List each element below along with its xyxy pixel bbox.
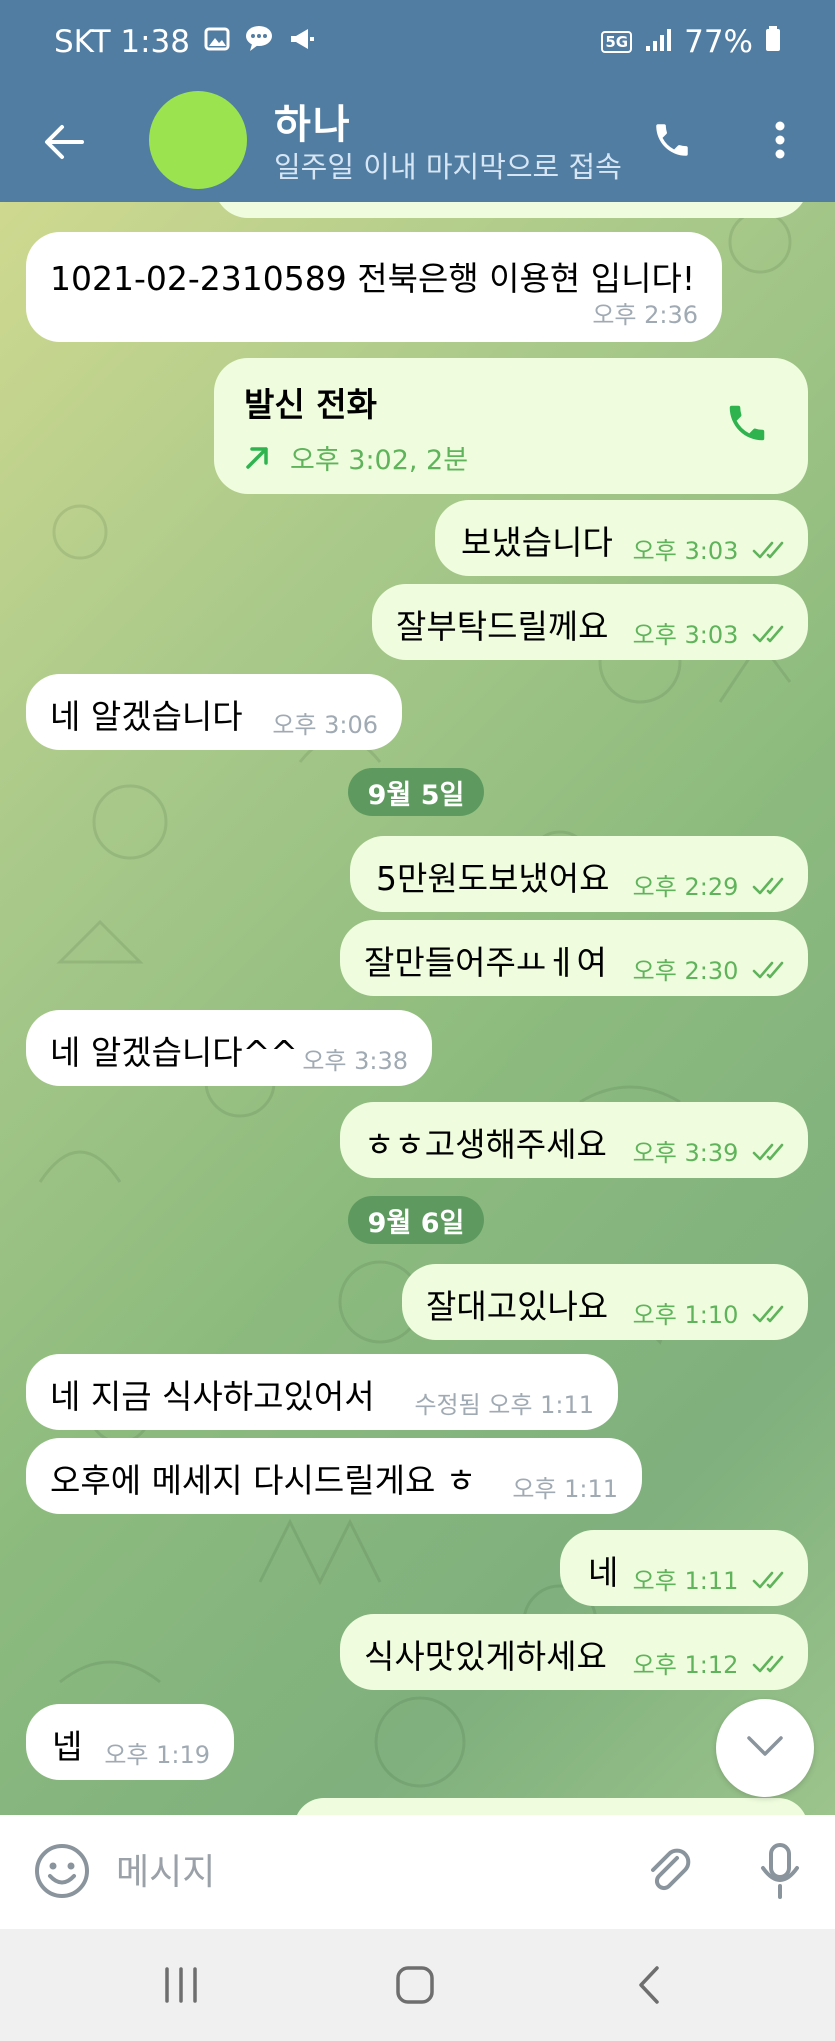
more-options-button[interactable] — [748, 110, 812, 174]
message-time: 수정됨 오후 1:11 — [414, 1391, 594, 1419]
message-incoming[interactable]: 네 알겠습니다^^ 오후 3:38 — [26, 1010, 432, 1086]
microphone-icon — [758, 1842, 802, 1904]
recent-apps-button[interactable] — [146, 1957, 216, 2017]
phone-icon — [651, 119, 693, 165]
message-time: 오후 1:19 — [104, 1741, 210, 1769]
contact-last-seen: 일주일 이내 마지막으로 접속 — [274, 150, 622, 184]
outgoing-call-bubble[interactable]: 발신 전화 오후 3:02, 2분 — [214, 358, 808, 494]
message-outgoing[interactable]: 식사맛있게하세요 오후 1:12 — [340, 1614, 808, 1690]
message-text: 보냈습니다 — [461, 523, 613, 562]
chevron-left-icon — [637, 1965, 661, 2009]
message-time: 오후 1:12 — [633, 1645, 792, 1680]
message-time: 오후 1:10 — [633, 1295, 792, 1330]
network-5g-icon: 5G — [601, 31, 633, 53]
double-check-icon — [752, 958, 792, 986]
battery-icon — [765, 24, 781, 60]
message-time: 오후 2:29 — [633, 867, 792, 902]
status-right: 5G 77% — [601, 24, 781, 60]
double-check-icon — [752, 1652, 792, 1680]
message-bubble-partial — [214, 202, 808, 218]
double-check-icon — [752, 538, 792, 566]
message-text: 잘부탁드릴께요 — [396, 607, 609, 646]
message-time: 오후 3:38 — [302, 1047, 408, 1075]
message-text: 식사맛있게하세요 — [364, 1637, 607, 1676]
message-outgoing[interactable]: 네 오후 1:11 — [560, 1530, 808, 1606]
message-outgoing[interactable]: 잘대고있나요 오후 1:10 — [402, 1264, 808, 1340]
message-text: 네 알겠습니다^^ — [50, 1033, 298, 1072]
system-navigation-bar — [0, 1929, 835, 2041]
battery-level: 77% — [684, 24, 753, 60]
message-text: 오후에 메세지 다시드릴게요 ㅎ — [50, 1461, 477, 1500]
call-title: 발신 전화 — [244, 385, 377, 424]
double-check-icon — [752, 1140, 792, 1168]
message-outgoing[interactable]: 잘만들어주ㅛㅔ여 오후 2:30 — [340, 920, 808, 996]
recent-apps-icon — [161, 1967, 201, 2007]
message-time: 오후 3:39 — [633, 1133, 792, 1168]
message-outgoing[interactable]: 5만원도보냈어요 오후 2:29 — [350, 836, 808, 912]
message-text: 네 — [588, 1553, 619, 1592]
message-time: 오후 1:11 — [512, 1475, 618, 1503]
date-divider: 9월 6일 — [348, 1196, 484, 1244]
voice-message-button[interactable] — [748, 1841, 812, 1905]
message-time: 오후 2:36 — [592, 301, 698, 329]
message-text: 네 지금 식사하고있어서 — [50, 1377, 375, 1416]
home-button[interactable] — [380, 1957, 450, 2017]
message-time: 오후 2:30 — [633, 951, 792, 986]
message-outgoing[interactable]: ㅎㅎ고생해주세요 오후 3:39 — [340, 1102, 808, 1178]
message-incoming[interactable]: 넵 오후 1:19 — [26, 1704, 234, 1780]
message-text: 잘만들어주ㅛㅔ여 — [364, 943, 607, 982]
message-text: 1021-02-2310589 전북은행 이용현 입니다! — [50, 259, 696, 298]
message-time: 오후 3:03 — [633, 531, 792, 566]
message-text: 넵 — [52, 1727, 83, 1766]
date-divider: 9월 5일 — [348, 768, 484, 816]
attach-button[interactable] — [638, 1841, 702, 1905]
carrier-time: SKT 1:38 — [54, 24, 191, 60]
contact-avatar[interactable] — [149, 91, 247, 189]
more-vertical-icon — [774, 120, 786, 164]
message-time: 오후 1:11 — [633, 1561, 792, 1596]
message-time: 오후 3:06 — [272, 711, 378, 739]
gallery-icon — [204, 24, 230, 60]
double-check-icon — [752, 622, 792, 650]
outgoing-arrow-icon — [244, 440, 270, 479]
message-bubble-partial — [294, 1798, 808, 1815]
chat-header: 하나 일주일 이내 마지막으로 접속 — [0, 88, 835, 202]
message-text: 네 알겠습니다 — [50, 697, 243, 736]
message-composer — [0, 1815, 835, 1929]
message-incoming[interactable]: 오후에 메세지 다시드릴게요 ㅎ 오후 1:11 — [26, 1438, 642, 1514]
double-check-icon — [752, 1302, 792, 1330]
home-icon — [395, 1965, 435, 2009]
arrow-left-icon — [44, 124, 84, 164]
message-text: 잘대고있나요 — [426, 1287, 609, 1326]
chevron-down-icon — [745, 1734, 785, 1762]
status-left: SKT 1:38 — [54, 24, 316, 60]
status-bar: SKT 1:38 5G 77% — [0, 0, 835, 88]
message-text: 5만원도보냈어요 — [376, 859, 610, 898]
message-input[interactable] — [114, 1839, 618, 1905]
message-text: ㅎㅎ고생해주세요 — [364, 1125, 607, 1164]
emoji-icon — [34, 1843, 90, 1903]
back-button[interactable] — [32, 112, 96, 176]
emoji-button[interactable] — [30, 1841, 94, 1905]
message-outgoing[interactable]: 잘부탁드릴께요 오후 3:03 — [372, 584, 808, 660]
message-incoming[interactable]: 1021-02-2310589 전북은행 이용현 입니다! 오후 2:36 — [26, 232, 722, 342]
message-incoming[interactable]: 네 알겠습니다 오후 3:06 — [26, 674, 402, 750]
message-time: 오후 3:03 — [633, 615, 792, 650]
system-back-button[interactable] — [614, 1957, 684, 2017]
double-check-icon — [752, 1568, 792, 1596]
call-detail: 오후 3:02, 2분 — [290, 445, 469, 476]
call-button[interactable] — [640, 110, 704, 174]
message-incoming[interactable]: 네 지금 식사하고있어서 수정됨 오후 1:11 — [26, 1354, 618, 1430]
call-phone-icon[interactable] — [724, 400, 770, 454]
paperclip-icon — [645, 1846, 695, 1900]
chat-notification-icon — [244, 24, 274, 60]
signal-icon — [644, 24, 672, 60]
scroll-to-bottom-button[interactable] — [716, 1699, 814, 1797]
chat-messages-area[interactable]: 1021-02-2310589 전북은행 이용현 입니다! 오후 2:36 발신… — [0, 202, 835, 1815]
megaphone-icon — [288, 24, 316, 60]
double-check-icon — [752, 874, 792, 902]
contact-name[interactable]: 하나 — [274, 92, 352, 150]
message-outgoing[interactable]: 보냈습니다 오후 3:03 — [435, 500, 808, 576]
